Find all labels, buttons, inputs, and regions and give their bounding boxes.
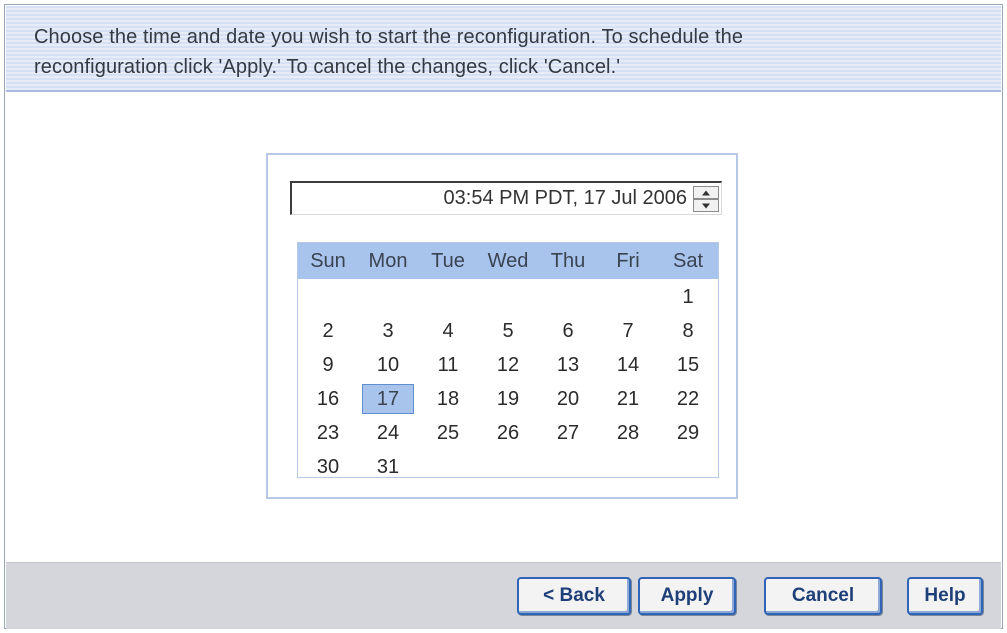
apply-button[interactable]: Apply — [638, 577, 736, 615]
cancel-button[interactable]: Cancel — [764, 577, 882, 615]
calendar-day[interactable]: 16 — [302, 384, 354, 414]
instruction-line-2: reconfiguration click 'Apply.' To cancel… — [34, 56, 621, 78]
instruction-banner: Choose the time and date you wish to sta… — [6, 6, 1001, 92]
calendar-day[interactable]: 20 — [542, 384, 594, 414]
calendar-empty-cell — [542, 282, 594, 312]
calendar-day[interactable]: 15 — [662, 350, 714, 380]
calendar-day[interactable]: 18 — [422, 384, 474, 414]
weekday-thu: Thu — [550, 249, 586, 272]
calendar-day[interactable]: 6 — [542, 316, 594, 346]
calendar-day[interactable]: 11 — [422, 350, 474, 380]
calendar-day[interactable]: 1 — [662, 282, 714, 312]
weekday-sat: Sat — [672, 249, 704, 272]
calendar-day[interactable]: 25 — [422, 418, 474, 448]
calendar-day[interactable]: 31 — [362, 452, 414, 482]
calendar-day[interactable]: 24 — [362, 418, 414, 448]
calendar-day[interactable]: 5 — [482, 316, 534, 346]
calendar-day[interactable]: 27 — [542, 418, 594, 448]
instruction-line-1: Choose the time and date you wish to sta… — [34, 26, 744, 48]
calendar-day[interactable]: 10 — [362, 350, 414, 380]
weekday-mon: Mon — [368, 249, 408, 272]
calendar-day[interactable]: 30 — [302, 452, 354, 482]
spinner-down-arrow-icon[interactable] — [693, 199, 719, 212]
calendar-day-selected[interactable]: 17 — [362, 384, 414, 414]
calendar-empty-cell — [482, 282, 534, 312]
calendar-day[interactable]: 28 — [602, 418, 654, 448]
weekday-header: Sun Mon Tue Wed Thu Fri Sat — [298, 243, 718, 279]
datetime-spinner[interactable]: 03:54 PM PDT, 17 Jul 2006 — [290, 181, 722, 215]
back-button[interactable]: < Back — [517, 577, 631, 615]
datetime-value[interactable]: 03:54 PM PDT, 17 Jul 2006 — [444, 187, 687, 210]
calendar-day[interactable]: 12 — [482, 350, 534, 380]
calendar-day[interactable]: 29 — [662, 418, 714, 448]
button-bar: < Back Apply Cancel Help — [6, 562, 1001, 629]
calendar-day[interactable]: 13 — [542, 350, 594, 380]
calendar-day[interactable]: 3 — [362, 316, 414, 346]
spinner-buttons — [693, 186, 719, 212]
calendar-empty-cell — [602, 282, 654, 312]
weekday-fri: Fri — [616, 249, 640, 272]
calendar-day[interactable]: 21 — [602, 384, 654, 414]
calendar-day[interactable]: 7 — [602, 316, 654, 346]
calendar-day[interactable]: 4 — [422, 316, 474, 346]
calendar-day[interactable]: 14 — [602, 350, 654, 380]
help-button[interactable]: Help — [907, 577, 983, 615]
dialog-frame: Choose the time and date you wish to sta… — [4, 4, 1003, 629]
calendar-day[interactable]: 23 — [302, 418, 354, 448]
calendar-panel: 03:54 PM PDT, 17 Jul 2006 Sun Mon Tue We… — [266, 153, 738, 499]
weekday-tue: Tue — [431, 249, 465, 272]
weekday-sun: Sun — [310, 249, 346, 272]
calendar-day[interactable]: 26 — [482, 418, 534, 448]
calendar-empty-cell — [302, 282, 354, 312]
calendar-day[interactable]: 9 — [302, 350, 354, 380]
calendar-day[interactable]: 22 — [662, 384, 714, 414]
weekday-wed: Wed — [487, 249, 529, 272]
calendar-day[interactable]: 8 — [662, 316, 714, 346]
calendar-day[interactable]: 2 — [302, 316, 354, 346]
calendar-days-grid: 1 2 3 4 5 6 7 8 9 10 11 12 13 14 15 16 17 18 19 20 21 22 23 24 2… — [298, 279, 718, 484]
spinner-up-arrow-icon[interactable] — [693, 186, 719, 199]
month-calendar: Sun Mon Tue Wed Thu Fri Sat 1 2 3 4 5 6 7 8 9 10 1… — [297, 242, 719, 478]
calendar-empty-cell — [422, 282, 474, 312]
calendar-day[interactable]: 19 — [482, 384, 534, 414]
calendar-empty-cell — [362, 282, 414, 312]
